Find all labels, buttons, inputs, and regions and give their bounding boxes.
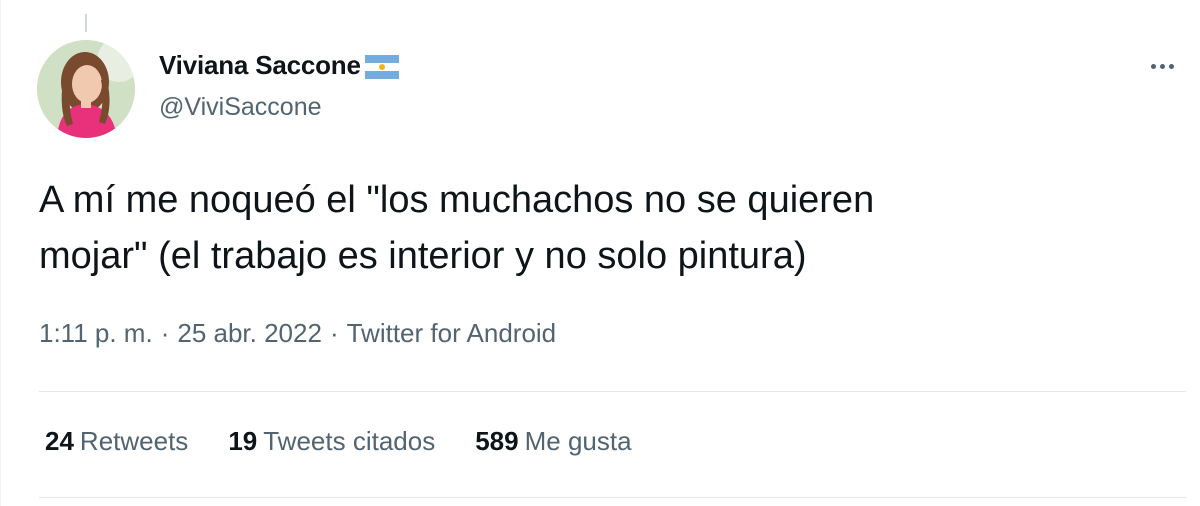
likes-count: 589	[475, 426, 519, 456]
tweet-date[interactable]: 25 abr. 2022	[177, 318, 322, 349]
likes-label: Me gusta	[524, 426, 632, 456]
likes-stat[interactable]: 589 Me gusta	[475, 426, 631, 457]
tweet-time[interactable]: 1:11 p. m.	[39, 318, 153, 349]
author-handle[interactable]: @ViviSaccone	[159, 93, 322, 122]
quote-tweets-count: 19	[228, 426, 258, 456]
retweets-label: Retweets	[79, 426, 189, 456]
divider	[39, 391, 1186, 392]
quote-tweets-label: Tweets citados	[263, 426, 436, 456]
more-options-icon[interactable]	[1144, 52, 1180, 80]
meta-separator: ·	[160, 318, 170, 348]
tweet-source[interactable]: Twitter for Android	[347, 318, 557, 349]
tweet-metadata: 1:11 p. m. · 25 abr. 2022 · Twitter for …	[39, 318, 556, 349]
tweet-card: Viviana Saccone @ViviSaccone A mí me noq…	[0, 0, 1200, 506]
argentina-flag-icon	[364, 54, 399, 79]
retweets-count: 24	[45, 426, 74, 456]
avatar[interactable]	[37, 40, 135, 138]
quote-tweets-stat[interactable]: 19 Tweets citados	[228, 426, 435, 457]
author-display-name[interactable]: Viviana Saccone	[159, 50, 361, 81]
meta-separator: ·	[329, 318, 339, 348]
tweet-stats: 24 Retweets 19 Tweets citados 589 Me gus…	[45, 426, 632, 457]
thread-connector-line	[85, 14, 87, 32]
tweet-text: A mí me noqueó el "los muchachos no se q…	[39, 179, 875, 277]
divider	[39, 497, 1186, 498]
author-name-row[interactable]: Viviana Saccone	[159, 50, 399, 81]
retweets-stat[interactable]: 24 Retweets	[45, 426, 188, 457]
